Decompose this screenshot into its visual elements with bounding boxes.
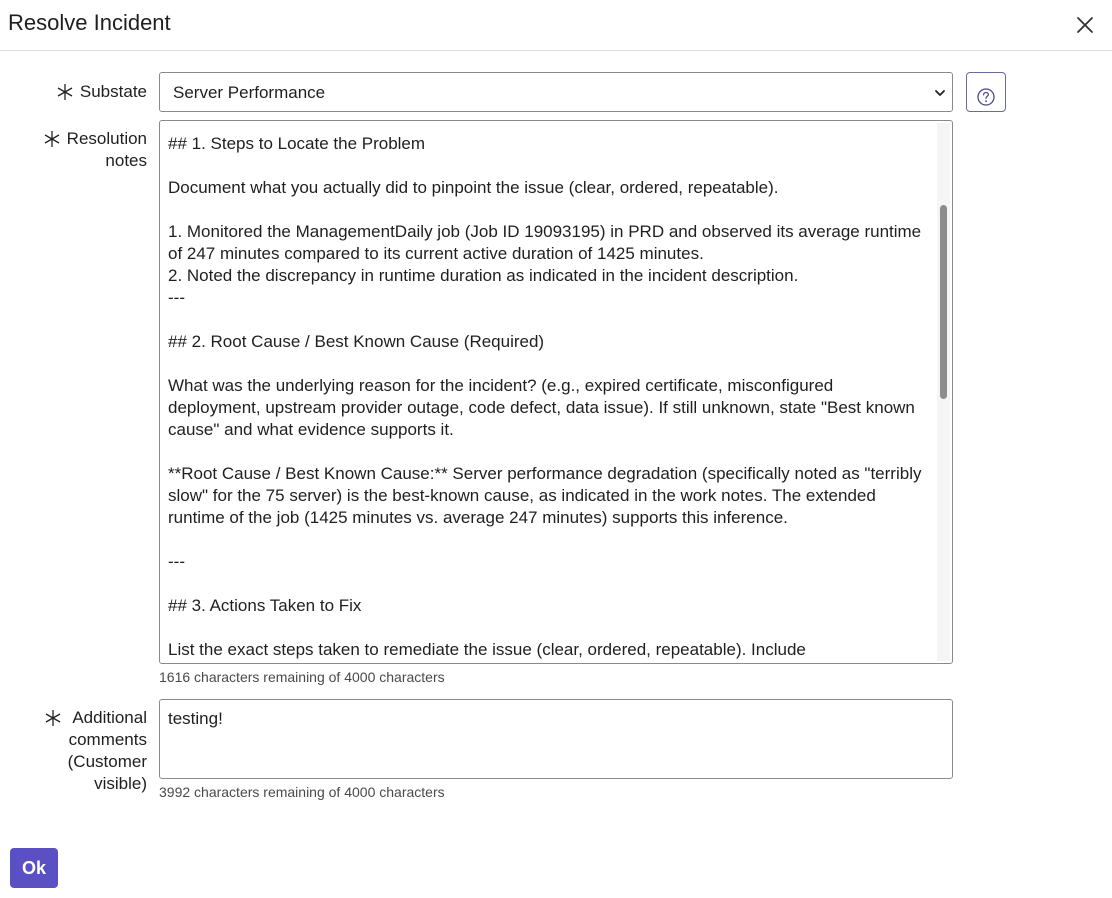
dialog-header: Resolve Incident	[0, 0, 1112, 51]
resolution-notes-text: ## 1. Steps to Locate the Problem Documen…	[168, 133, 938, 663]
required-asterisk-icon	[44, 709, 62, 733]
help-button[interactable]	[966, 72, 1006, 112]
help-icon	[977, 87, 995, 106]
close-button[interactable]	[1072, 12, 1098, 38]
dialog-title: Resolve Incident	[8, 10, 171, 35]
substate-select[interactable]: Server Performance	[159, 72, 953, 112]
resolution-notes-line	[168, 155, 938, 177]
resolution-notes-line: slow" for the 75 server) is the best-kno…	[168, 486, 876, 505]
resolve-incident-dialog: Resolve Incident Substate Server Perform…	[0, 0, 1112, 898]
resolution-notes-line: ## 3. Actions Taken to Fix	[168, 596, 362, 615]
additional-comments-label-line4: visible)	[94, 774, 147, 793]
additional-comments-label-line3: (Customer	[67, 752, 147, 771]
resolution-notes-line: **Root Cause / Best Known Cause:** Serve…	[168, 464, 922, 483]
additional-comments-textarea[interactable]: testing!	[159, 699, 953, 779]
resolution-notes-line: cause" and what evidence supports it.	[168, 420, 454, 439]
resolution-notes-line: What was the underlying reason for the i…	[168, 376, 834, 395]
resolution-notes-line: deployment, upstream provider outage, co…	[168, 398, 915, 417]
required-asterisk-icon	[43, 130, 61, 154]
resolution-notes-label-line1: Resolution	[66, 129, 147, 148]
resolution-notes-line: List the exact steps taken to remediate …	[168, 640, 806, 659]
resolution-notes-counter: 1616 characters remaining of 4000 charac…	[159, 669, 445, 685]
resolution-notes-line	[168, 441, 938, 463]
substate-value: Server Performance	[173, 83, 326, 102]
additional-comments-counter: 3992 characters remaining of 4000 charac…	[159, 784, 445, 800]
additional-comments-value: testing!	[168, 709, 223, 728]
resolution-notes-line: runtime of the job (1425 minutes vs. ave…	[168, 508, 788, 527]
resolution-notes-label-line2: notes	[105, 151, 147, 170]
resolution-notes-line	[168, 573, 938, 595]
resolution-notes-line: Document what you actually did to pinpoi…	[168, 178, 779, 197]
required-asterisk-icon	[56, 83, 74, 107]
additional-comments-label-line2: comments	[68, 730, 147, 749]
close-icon	[1077, 17, 1093, 33]
resolution-notes-line	[168, 199, 938, 221]
resolution-notes-line: 2. Noted the discrepancy in runtime dura…	[168, 266, 799, 285]
resolution-notes-line: commands, rollbacks, config changes	[168, 661, 938, 663]
resolution-notes-line: of 247 minutes compared to its current a…	[168, 244, 704, 263]
ok-button[interactable]: Ok	[10, 848, 58, 888]
resolution-notes-line	[168, 617, 938, 639]
resolution-notes-scrollbar[interactable]	[937, 123, 950, 661]
resolution-notes-line: ---	[168, 288, 185, 307]
resolution-notes-line: 1. Monitored the ManagementDaily job (Jo…	[168, 222, 922, 241]
resolution-notes-textarea[interactable]: ## 1. Steps to Locate the Problem Documen…	[159, 120, 953, 664]
chevron-down-icon	[933, 86, 947, 105]
resolution-notes-line: ## 2. Root Cause / Best Known Cause (Req…	[168, 332, 545, 351]
substate-label: Substate	[40, 81, 147, 105]
resolution-notes-line: ---	[168, 552, 185, 571]
additional-comments-label-line1: Additional	[72, 708, 147, 727]
resolution-notes-line	[168, 353, 938, 375]
scrollbar-thumb[interactable]	[940, 205, 947, 399]
resolution-notes-label: Resolution notes	[30, 128, 147, 172]
resolution-notes-line	[168, 529, 938, 551]
additional-comments-label: Additional comments (Customer visible)	[30, 707, 147, 795]
resolution-notes-line	[168, 309, 938, 331]
resolution-notes-line: ## 1. Steps to Locate the Problem	[168, 134, 426, 153]
